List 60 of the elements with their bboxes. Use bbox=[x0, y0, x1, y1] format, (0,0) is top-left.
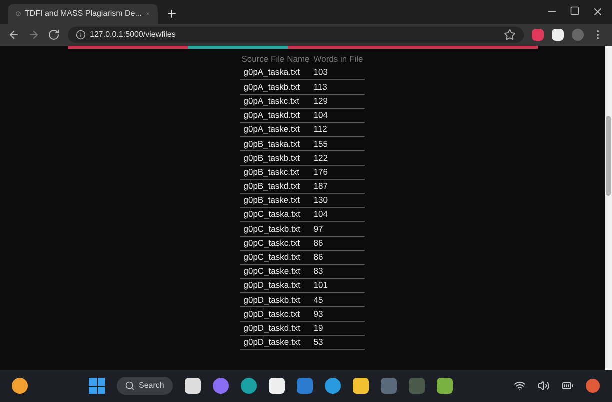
close-window-icon[interactable] bbox=[592, 6, 604, 18]
column-header: Source File Name bbox=[240, 53, 311, 66]
table-cell: g0pC_taske.txt bbox=[240, 264, 312, 279]
table-cell: 83 bbox=[312, 264, 366, 279]
table-cell: g0pA_taskb.txt bbox=[240, 80, 312, 94]
table-cell: g0pB_taska.txt bbox=[240, 136, 312, 151]
maximize-icon[interactable] bbox=[570, 6, 580, 16]
table-cell: g0pB_taske.txt bbox=[240, 193, 312, 208]
table-cell: 97 bbox=[312, 222, 366, 236]
url-text: 127.0.0.1:5000/viewfiles bbox=[90, 29, 176, 41]
table-cell: 104 bbox=[312, 108, 366, 122]
table-cell: 86 bbox=[312, 250, 366, 264]
table-cell: 129 bbox=[312, 94, 366, 108]
star-icon[interactable] bbox=[504, 29, 516, 41]
table-cell: 19 bbox=[312, 321, 366, 336]
new-tab-icon[interactable] bbox=[166, 8, 178, 20]
table-cell: g0pB_taskc.txt bbox=[240, 165, 312, 180]
browser-tab[interactable]: TDFI and MASS Plagiarism De... bbox=[8, 4, 158, 24]
table-cell: g0pB_taskb.txt bbox=[240, 150, 312, 166]
table-cell: g0pC_taskd.txt bbox=[240, 250, 312, 264]
address-bar[interactable]: 127.0.0.1:5000/viewfiles bbox=[68, 27, 524, 43]
tab-title: TDFI and MASS Plagiarism De... bbox=[24, 8, 142, 20]
battery-icon[interactable] bbox=[562, 380, 574, 392]
table-cell: g0pA_taske.txt bbox=[240, 122, 312, 137]
table-cell: 112 bbox=[312, 122, 366, 137]
table-cell: 122 bbox=[312, 150, 366, 166]
table-cell: g0pD_taskb.txt bbox=[240, 292, 312, 307]
table-cell: g0pA_taska.txt bbox=[240, 66, 312, 80]
table-cell: g0pD_taskc.txt bbox=[240, 306, 312, 322]
start-icon[interactable] bbox=[89, 378, 105, 394]
table-cell: g0pA_taskd.txt bbox=[240, 108, 312, 122]
table-cell: 130 bbox=[312, 193, 366, 208]
search-field[interactable]: Search bbox=[117, 377, 173, 395]
table-cell: 187 bbox=[312, 179, 366, 194]
table-cell: 101 bbox=[312, 278, 366, 293]
forward-icon[interactable] bbox=[28, 29, 40, 41]
table-cell: 113 bbox=[312, 80, 366, 94]
search-icon bbox=[125, 381, 135, 391]
table-cell: g0pD_taske.txt bbox=[240, 335, 312, 350]
table-cell: g0pC_taskb.txt bbox=[240, 222, 312, 236]
table-cell: 53 bbox=[312, 335, 366, 350]
reload-icon[interactable] bbox=[48, 29, 60, 41]
table-cell: 93 bbox=[312, 306, 366, 322]
site-info-icon bbox=[76, 30, 86, 40]
volume-icon[interactable] bbox=[538, 380, 550, 392]
scrollbar[interactable] bbox=[605, 46, 612, 370]
table-cell: 155 bbox=[312, 136, 366, 151]
table-cell: 176 bbox=[312, 165, 366, 180]
table-cell: g0pD_taskd.txt bbox=[240, 321, 312, 336]
table-cell: 104 bbox=[312, 208, 366, 222]
table-cell: 86 bbox=[312, 236, 366, 250]
table-cell: 45 bbox=[312, 292, 366, 307]
table-cell: 103 bbox=[312, 66, 366, 80]
table-cell: g0pB_taskd.txt bbox=[240, 179, 312, 194]
column-header: Words in File bbox=[312, 53, 364, 66]
table-cell: g0pC_taskc.txt bbox=[240, 236, 312, 250]
table-cell: g0pC_taska.txt bbox=[240, 208, 312, 222]
table-cell: g0pA_taskc.txt bbox=[240, 94, 312, 108]
back-icon[interactable] bbox=[8, 29, 20, 41]
table-cell: g0pD_taska.txt bbox=[240, 278, 312, 293]
